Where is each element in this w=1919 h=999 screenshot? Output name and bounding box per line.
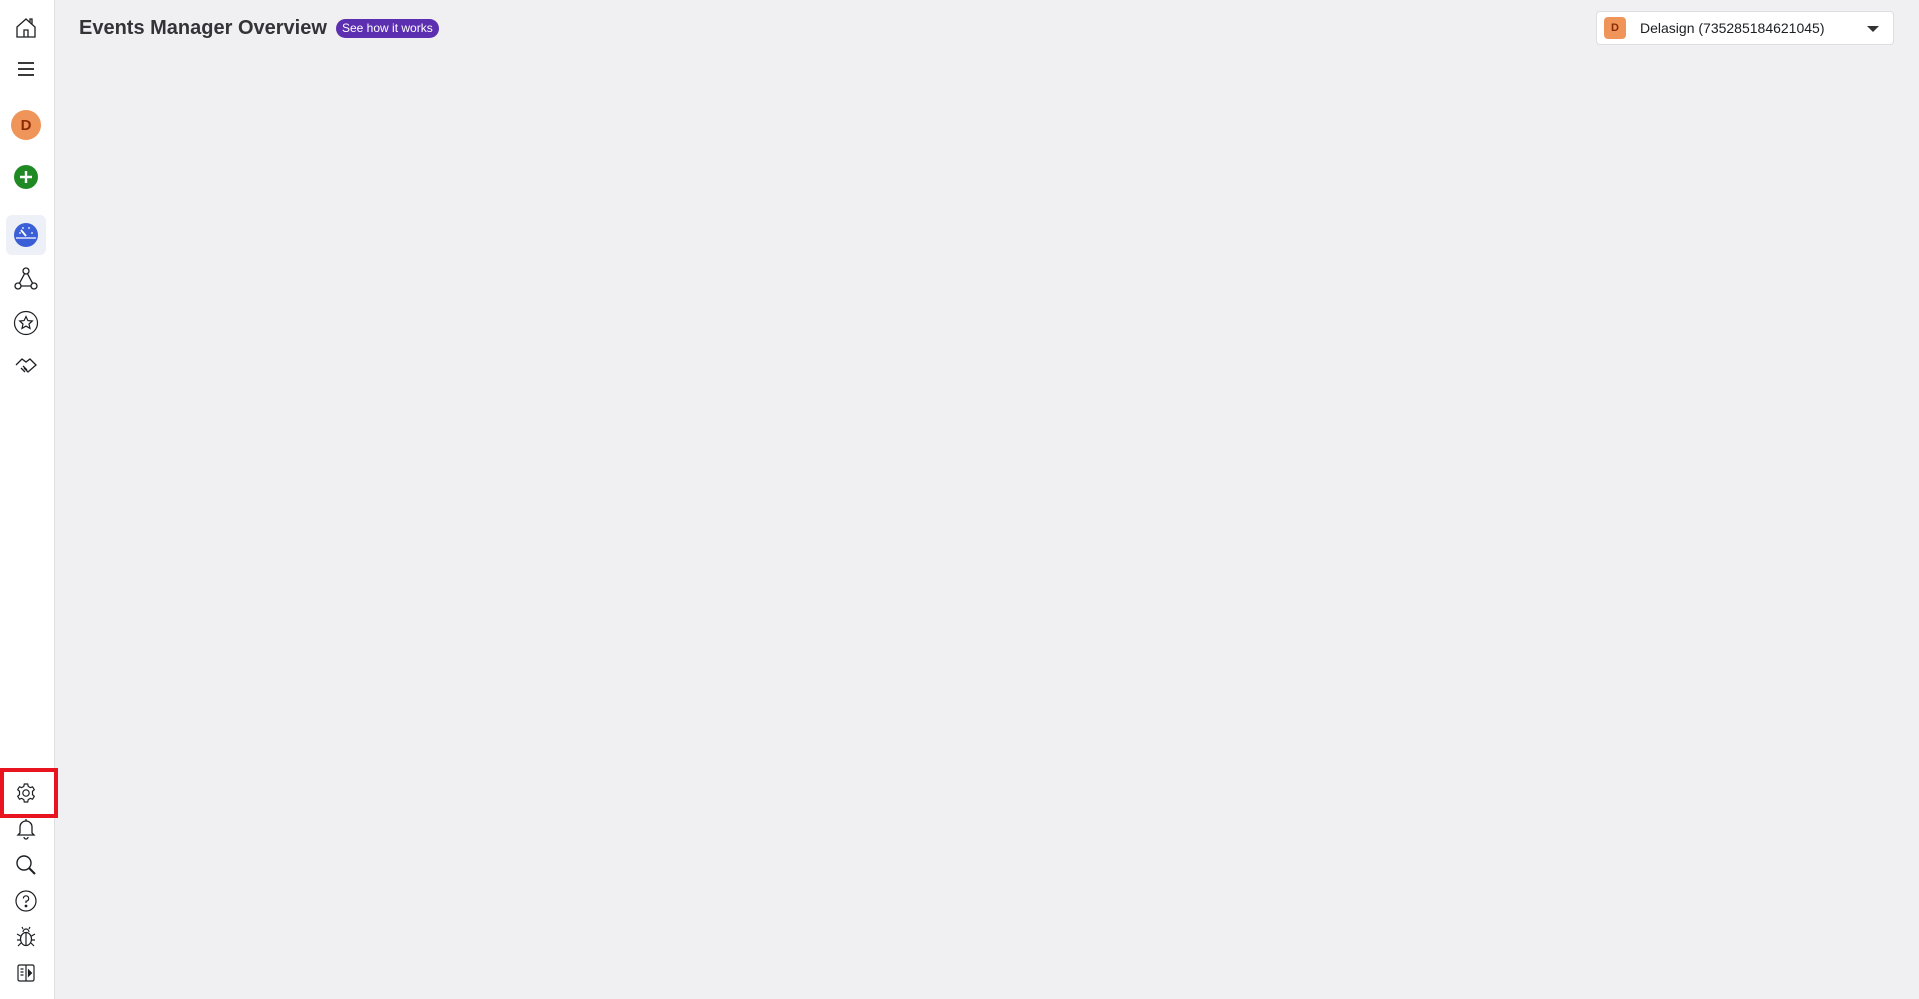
account-name: Delasign (735285184621045) <box>1640 20 1825 36</box>
sidebar-item-notifications[interactable] <box>6 809 46 849</box>
sidebar-item-report-bug[interactable] <box>6 917 46 957</box>
home-icon <box>16 18 36 38</box>
sidebar: D <box>0 0 55 999</box>
sidebar-item-custom-conversions[interactable] <box>6 303 46 343</box>
sidebar-item-home[interactable] <box>6 8 46 48</box>
hamburger-icon <box>18 62 34 76</box>
sidebar-item-search[interactable] <box>6 845 46 885</box>
sidebar-item-overview[interactable] <box>6 215 46 255</box>
account-selector[interactable]: D Delasign (735285184621045) <box>1596 11 1894 45</box>
star-circle-icon <box>13 310 39 336</box>
sidebar-item-data-sources[interactable] <box>6 259 46 299</box>
gear-icon <box>16 783 36 803</box>
avatar: D <box>11 110 41 140</box>
page-title: Events Manager Overview <box>79 17 327 39</box>
bug-icon <box>16 926 36 947</box>
sidebar-item-settings[interactable] <box>6 773 46 813</box>
sidebar-item-partner-integrations[interactable] <box>6 346 46 386</box>
bell-icon <box>16 819 36 840</box>
plus-circle-icon <box>14 165 38 189</box>
handshake-icon <box>15 358 37 373</box>
sidebar-item-profile[interactable]: D <box>6 105 46 145</box>
dashboard-gauge-icon <box>14 223 38 247</box>
account-avatar: D <box>1604 17 1626 39</box>
sidebar-item-menu[interactable] <box>6 49 46 89</box>
search-icon <box>16 855 36 875</box>
sidebar-item-help[interactable] <box>6 881 46 921</box>
panel-toggle-icon <box>17 964 35 982</box>
chevron-down-icon <box>1867 26 1879 32</box>
see-how-it-works-button[interactable]: See how it works <box>336 19 439 38</box>
help-icon <box>15 890 37 912</box>
sidebar-item-create[interactable] <box>6 157 46 197</box>
network-icon <box>14 267 38 290</box>
sidebar-item-toggle-panel[interactable] <box>6 953 46 993</box>
